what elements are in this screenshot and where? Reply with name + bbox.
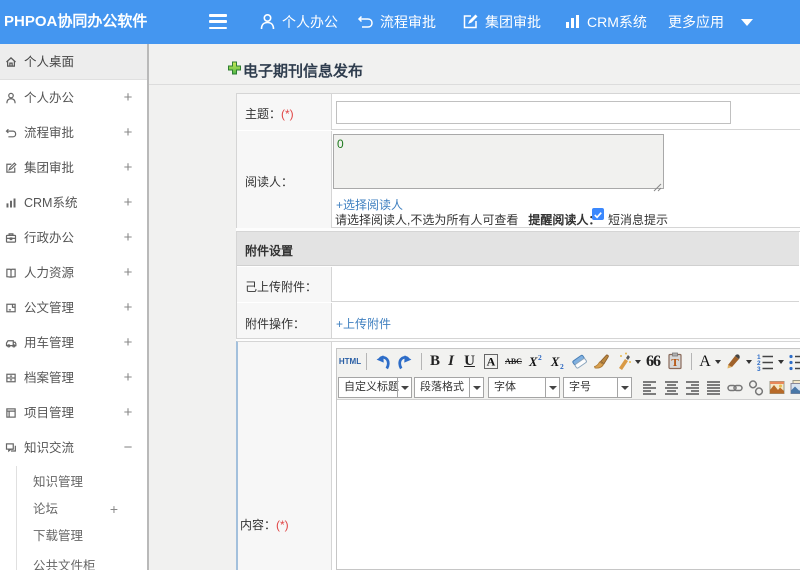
svg-text:3: 3 (757, 366, 761, 372)
svg-text:T: T (671, 357, 679, 369)
svg-text:X: X (528, 355, 538, 369)
svg-text:A: A (487, 355, 496, 369)
svg-text:2: 2 (538, 353, 542, 362)
svg-text:2: 2 (560, 362, 564, 371)
svg-text:X: X (550, 355, 560, 369)
